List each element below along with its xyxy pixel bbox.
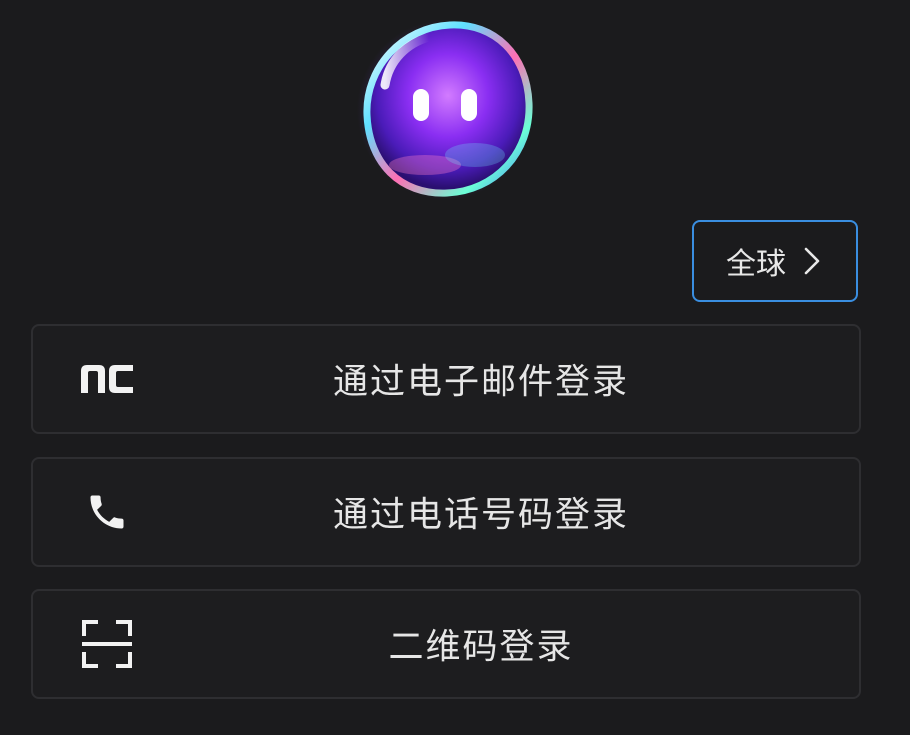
email-login-button[interactable]: 通过电子邮件登录 [31,324,861,434]
region-select-button[interactable]: 全球 [692,220,858,302]
login-panel: 全球 通过电子邮件登录 通过电话号码登录 二维码登录 [0,0,910,735]
phone-login-label: 通过电话号码登录 [332,495,629,536]
qr-login-label: 二维码登录 [388,627,574,668]
qr-login-button[interactable]: 二维码登录 [31,589,861,699]
bubble-mascot-icon [355,15,535,200]
email-login-label: 通过电子邮件登录 [332,362,629,403]
phone-login-button[interactable]: 通过电话号码登录 [31,457,861,567]
region-label: 全球 [726,247,786,282]
chevron-right-icon [800,246,824,276]
